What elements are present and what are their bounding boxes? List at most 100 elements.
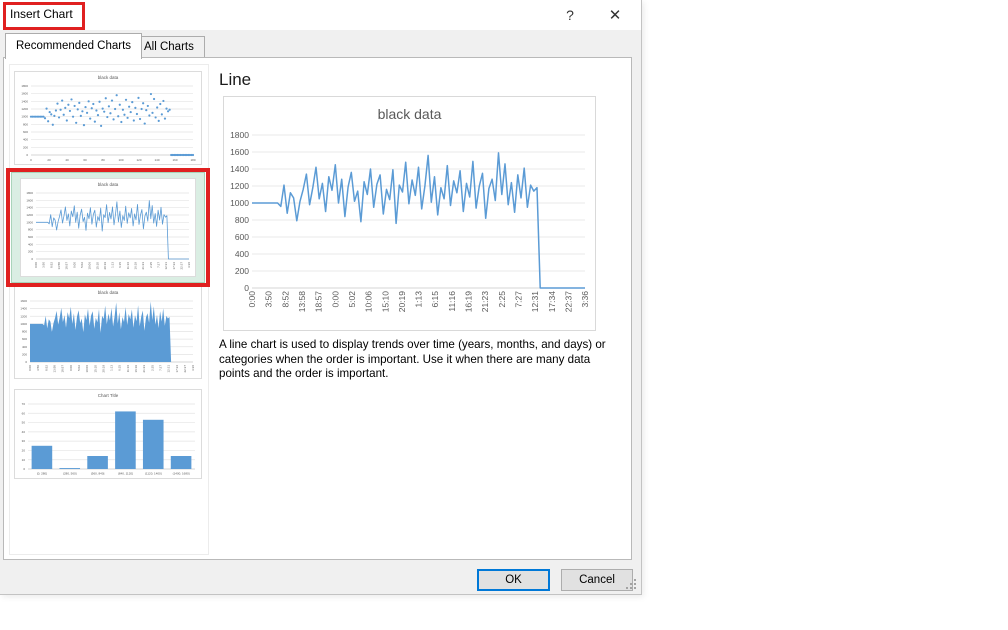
- svg-text:0:00: 0:00: [247, 291, 257, 308]
- svg-text:600: 600: [23, 130, 28, 134]
- svg-text:1200: 1200: [20, 314, 27, 318]
- svg-text:30: 30: [22, 439, 26, 443]
- svg-text:11:16: 11:16: [126, 262, 130, 270]
- svg-text:6:15: 6:15: [430, 291, 440, 308]
- svg-text:200: 200: [23, 145, 28, 149]
- thumbnail-title: Chart Title: [15, 390, 201, 398]
- svg-text:3:50: 3:50: [264, 291, 274, 308]
- svg-text:200: 200: [28, 250, 33, 254]
- tab-recommended-charts[interactable]: Recommended Charts: [5, 33, 142, 59]
- svg-text:60: 60: [22, 411, 26, 415]
- svg-text:2:25: 2:25: [497, 291, 507, 308]
- cancel-button[interactable]: Cancel: [561, 569, 633, 591]
- insert-chart-dialog: Insert Chart ? ✕ Recommended Charts All …: [0, 0, 642, 595]
- svg-text:1:13: 1:13: [110, 365, 114, 371]
- close-icon: ✕: [609, 7, 622, 24]
- chart-description: A line chart is used to display trends o…: [219, 338, 619, 382]
- svg-text:8:52: 8:52: [44, 365, 48, 371]
- thumbnail-line-chart[interactable]: black data 18001600140012001000800600400…: [20, 178, 196, 277]
- svg-text:6:15: 6:15: [118, 365, 122, 371]
- svg-text:11:16: 11:16: [126, 365, 130, 373]
- svg-text:3:50: 3:50: [36, 365, 40, 371]
- svg-text:5:02: 5:02: [77, 365, 81, 371]
- svg-text:1:13: 1:13: [111, 262, 115, 268]
- svg-text:600: 600: [28, 235, 33, 239]
- svg-text:400: 400: [28, 242, 33, 246]
- svg-text:1000: 1000: [21, 115, 28, 119]
- svg-text:(280, 560]: (280, 560]: [63, 472, 77, 476]
- svg-text:3:50: 3:50: [42, 262, 46, 268]
- resize-grip[interactable]: [626, 579, 637, 590]
- svg-text:(1400, 1680]: (1400, 1680]: [173, 472, 190, 476]
- svg-text:1000: 1000: [20, 322, 27, 326]
- svg-text:20: 20: [22, 449, 26, 453]
- svg-text:22:37: 22:37: [563, 291, 573, 313]
- svg-text:10:06: 10:06: [85, 365, 89, 373]
- svg-text:13:58: 13:58: [53, 365, 57, 373]
- svg-text:200: 200: [22, 352, 27, 356]
- svg-text:1600: 1600: [230, 147, 249, 157]
- help-icon: ?: [566, 7, 574, 23]
- svg-text:5:02: 5:02: [347, 291, 357, 308]
- preview-heading: Line: [219, 70, 251, 90]
- svg-text:1200: 1200: [21, 107, 28, 111]
- svg-text:17:34: 17:34: [547, 291, 557, 313]
- svg-text:18:57: 18:57: [65, 262, 69, 270]
- svg-text:(1120, 1400]: (1120, 1400]: [145, 472, 162, 476]
- histogram-thumbnail-chart: 706050403020100[0, 280](280, 560](560, 8…: [15, 402, 201, 478]
- svg-text:400: 400: [23, 138, 28, 142]
- help-button[interactable]: ?: [556, 3, 584, 27]
- svg-text:1000: 1000: [230, 198, 249, 208]
- svg-text:15:10: 15:10: [93, 365, 97, 373]
- svg-text:70: 70: [22, 402, 26, 406]
- svg-text:400: 400: [22, 345, 27, 349]
- svg-text:50: 50: [22, 421, 26, 425]
- svg-text:60: 60: [83, 158, 87, 162]
- close-button[interactable]: ✕: [598, 3, 632, 27]
- svg-text:40: 40: [65, 158, 69, 162]
- dialog-footer: OK Cancel: [0, 560, 641, 594]
- svg-text:120: 120: [136, 158, 141, 162]
- svg-text:800: 800: [28, 228, 33, 232]
- svg-text:20: 20: [47, 158, 51, 162]
- preview-line-chart: 1800160014001200100080060040020000:003:5…: [224, 127, 595, 330]
- svg-text:15:10: 15:10: [95, 262, 99, 270]
- svg-text:800: 800: [22, 330, 27, 334]
- svg-text:5:02: 5:02: [80, 262, 84, 268]
- chart-type-list: black data 18001600140012001000800600400…: [9, 64, 209, 555]
- svg-text:2:25: 2:25: [150, 365, 154, 371]
- svg-text:13:58: 13:58: [57, 262, 61, 270]
- svg-text:3:36: 3:36: [191, 365, 195, 371]
- svg-text:7:27: 7:27: [156, 262, 160, 268]
- svg-text:16:19: 16:19: [134, 365, 138, 373]
- thumbnail-scatter-chart[interactable]: black data 18001600140012001000800600400…: [14, 71, 202, 165]
- chart-preview: black data 18001600140012001000800600400…: [223, 96, 596, 331]
- svg-text:3:36: 3:36: [187, 262, 191, 268]
- svg-text:1800: 1800: [21, 84, 28, 88]
- svg-text:0: 0: [25, 360, 27, 364]
- svg-text:800: 800: [235, 215, 249, 225]
- svg-text:0: 0: [26, 153, 28, 157]
- svg-text:3:36: 3:36: [580, 291, 590, 308]
- svg-text:1200: 1200: [230, 181, 249, 191]
- svg-text:12:31: 12:31: [167, 365, 171, 373]
- svg-text:1400: 1400: [26, 206, 33, 210]
- ok-button[interactable]: OK: [477, 569, 550, 591]
- svg-text:13:58: 13:58: [297, 291, 307, 313]
- svg-text:180: 180: [190, 158, 195, 162]
- svg-text:16:19: 16:19: [134, 262, 138, 270]
- svg-text:22:37: 22:37: [183, 365, 187, 373]
- svg-text:17:34: 17:34: [175, 365, 179, 373]
- svg-text:1:13: 1:13: [414, 291, 424, 308]
- svg-text:17:34: 17:34: [172, 262, 176, 270]
- svg-text:20:19: 20:19: [103, 262, 107, 270]
- svg-text:10:06: 10:06: [88, 262, 92, 270]
- thumbnail-line-chart-selected[interactable]: black data 18001600140012001000800600400…: [11, 172, 205, 283]
- svg-text:10:06: 10:06: [364, 291, 374, 313]
- svg-text:7:27: 7:27: [158, 365, 162, 371]
- thumbnail-area-chart[interactable]: black data 16001400120010008006004002000…: [14, 286, 202, 379]
- thumbnail-histogram-chart[interactable]: Chart Title 706050403020100[0, 280](280,…: [14, 389, 202, 479]
- tab-all-charts[interactable]: All Charts: [133, 36, 205, 58]
- dialog-title: Insert Chart: [10, 7, 73, 21]
- svg-text:16:19: 16:19: [464, 291, 474, 313]
